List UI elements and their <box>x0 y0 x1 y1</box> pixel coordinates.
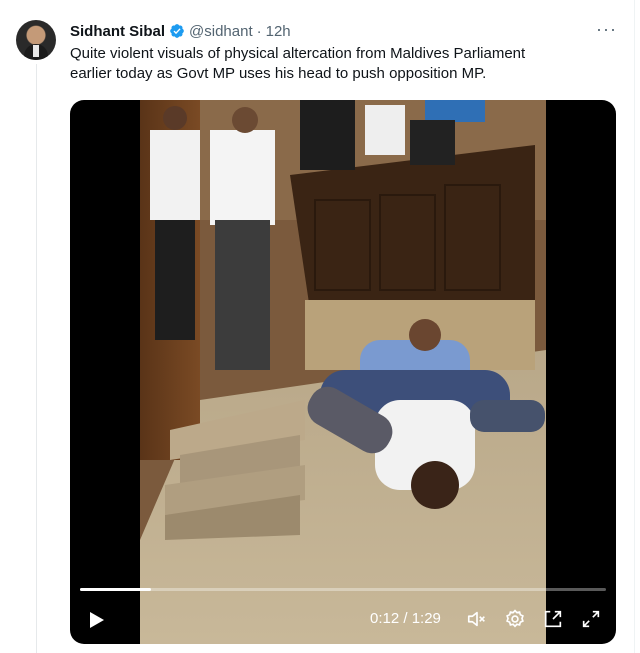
avatar[interactable] <box>16 20 56 60</box>
volume-muted-icon[interactable] <box>466 608 488 630</box>
picture-in-picture-icon[interactable] <box>542 608 564 630</box>
video-frame <box>140 100 546 644</box>
author-name[interactable]: Sidhant Sibal <box>70 23 165 40</box>
play-icon[interactable] <box>84 608 108 632</box>
screen-monitor <box>425 100 485 122</box>
video-progress-fill <box>80 588 151 591</box>
video-progress-bar[interactable] <box>80 588 606 591</box>
avatar-shirt <box>33 45 39 57</box>
divider <box>634 0 635 653</box>
settings-gear-icon[interactable] <box>504 608 526 630</box>
tweet-card[interactable]: Sidhant Sibal @sidhant · 12h ··· Quite v… <box>0 0 640 653</box>
fullscreen-icon[interactable] <box>580 608 602 630</box>
tweet-text: Quite violent visuals of physical alterc… <box>70 44 610 84</box>
tweet-text-line: Quite violent visuals of physical alterc… <box>70 45 526 62</box>
author-handle[interactable]: @sidhant <box>189 23 253 40</box>
tweet-text-line: earlier today as Govt MP uses his head t… <box>70 65 487 82</box>
more-options-icon[interactable]: ··· <box>596 20 617 38</box>
tweet-header: Sidhant Sibal @sidhant · 12h <box>70 20 291 42</box>
thread-line <box>36 64 37 653</box>
timestamp[interactable]: 12h <box>266 23 291 40</box>
verified-badge-icon <box>170 24 184 38</box>
separator-dot: · <box>256 22 262 40</box>
video-time-display: 0:12 / 1:29 <box>370 610 441 627</box>
video-player[interactable]: 0:12 / 1:29 <box>70 100 616 644</box>
